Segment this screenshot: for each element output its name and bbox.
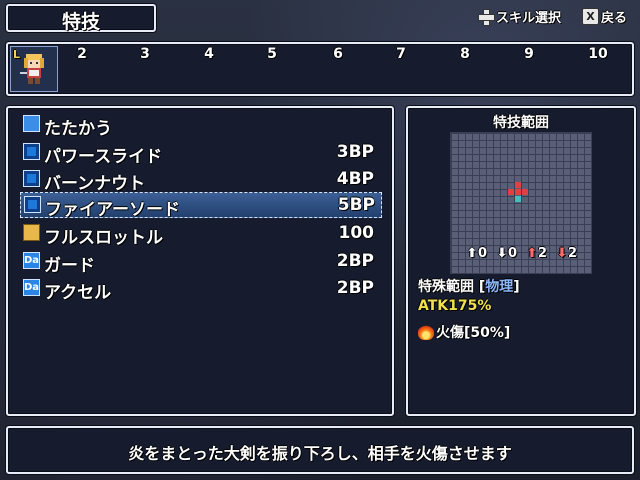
skill-name: アクセル (44, 283, 112, 303)
skill-range-panel: 特技範囲 ⬆0 ⬇0 ⬆2 ⬇2 特殊範囲 [物理] ATK175% 火傷[50… (406, 106, 636, 416)
arrow-down-icon: ⬇ (496, 246, 508, 261)
skill-row-fire-sword-selected[interactable]: ファイアーソード 5BP (20, 192, 382, 220)
sword-icon (23, 115, 40, 132)
skill-list-window: たたかう パワースライド 3BP バーンナウト 4BP ファイアーソード 5BP… (6, 106, 394, 416)
skill-select-hint: スキル選択 (478, 7, 561, 26)
skill-row-guard[interactable]: Da ガード 2BP (20, 249, 380, 276)
user-position-cell (515, 196, 521, 202)
description-window: 炎をまとった大剣を振り下ろし、相手を火傷させます (6, 426, 634, 474)
modifier-value: 2 (568, 246, 578, 261)
skill-square-icon (24, 196, 41, 213)
party-slot-3[interactable]: 3 (133, 46, 157, 62)
fire-icon (418, 324, 434, 340)
skill-row-power-slide[interactable]: パワースライド 3BP (20, 140, 380, 167)
skill-cost: 2BP (336, 251, 374, 271)
skill-name: ガード (44, 256, 95, 276)
skill-cost: 100 (338, 223, 375, 243)
range-title: 特技範囲 (493, 115, 549, 131)
skill-square-icon (23, 170, 40, 187)
atk-value: ATK175% (418, 298, 492, 314)
range-cell (522, 189, 528, 195)
modifier-value: 0 (508, 246, 518, 261)
skill-cost: 5BP (337, 195, 375, 215)
dpad-icon (478, 8, 495, 26)
skill-name: フルスロットル (44, 228, 163, 248)
skill-square-icon (23, 143, 40, 160)
status-effect-label: 火傷[50%] (436, 325, 511, 341)
party-slot-7[interactable]: 7 (389, 46, 413, 62)
range-cell (508, 189, 514, 195)
party-slot-2[interactable]: 2 (70, 46, 94, 62)
party-slot-1[interactable]: L (10, 46, 58, 92)
screen-title: 特技 (61, 11, 100, 33)
modifier-up-2: ⬆2 (526, 246, 548, 261)
skill-name: たたかう (44, 119, 112, 139)
skill-cost: 4BP (336, 169, 374, 189)
arrow-up-icon: ⬆ (466, 246, 478, 261)
character-portrait-icon (20, 54, 44, 84)
range-type-value: 物理 (485, 279, 514, 295)
modifier-down-2: ⬇2 (556, 246, 578, 261)
status-effect: 火傷[50%] (418, 322, 510, 342)
party-slot-4[interactable]: 4 (197, 46, 221, 62)
screen-title-box: 特技 (6, 4, 156, 33)
range-cell (515, 182, 521, 188)
back-label[interactable]: 戻る (601, 7, 627, 26)
modifier-up-1: ⬆0 (466, 246, 488, 261)
party-slot-8[interactable]: 8 (453, 46, 477, 62)
da-icon: Da (23, 252, 40, 269)
skill-name: バーンナウト (44, 174, 146, 194)
modifier-value: 0 (478, 246, 488, 261)
range-cell (515, 189, 521, 195)
modifier-value: 2 (538, 246, 548, 261)
modifier-down-1: ⬇0 (496, 246, 518, 261)
arrow-up-icon: ⬆ (526, 246, 538, 261)
range-type-label: 特殊範囲 [ (418, 279, 486, 295)
skill-description: 炎をまとった大剣を振り下ろし、相手を火傷させます (128, 444, 512, 463)
skill-select-label: スキル選択 (496, 11, 562, 26)
range-type-close: ] (513, 279, 520, 295)
x-button-icon[interactable]: X (582, 8, 599, 25)
da-icon: Da (23, 279, 40, 296)
party-slot-5[interactable]: 5 (260, 46, 284, 62)
arrow-down-icon: ⬇ (556, 246, 568, 261)
range-type: 特殊範囲 [物理] (418, 276, 520, 296)
skill-row-full-throttle[interactable]: フルスロットル 100 (20, 221, 380, 248)
skill-name: ファイアーソード (45, 200, 180, 220)
party-bar: L 2 3 4 5 6 7 8 9 10 (6, 42, 634, 96)
skill-cost: 3BP (336, 142, 374, 162)
skill-row-burnout[interactable]: バーンナウト 4BP (20, 167, 380, 194)
party-slot-6[interactable]: 6 (326, 46, 350, 62)
skill-row-accel[interactable]: Da アクセル 2BP (20, 276, 380, 303)
party-slot-10[interactable]: 10 (586, 46, 610, 62)
back-hint[interactable]: X 戻る (582, 7, 627, 26)
slot-icon (23, 224, 40, 241)
skill-cost: 2BP (336, 278, 374, 298)
skill-row-attack[interactable]: たたかう (20, 112, 380, 139)
skill-name: パワースライド (44, 147, 163, 167)
party-slot-9[interactable]: 9 (517, 46, 541, 62)
